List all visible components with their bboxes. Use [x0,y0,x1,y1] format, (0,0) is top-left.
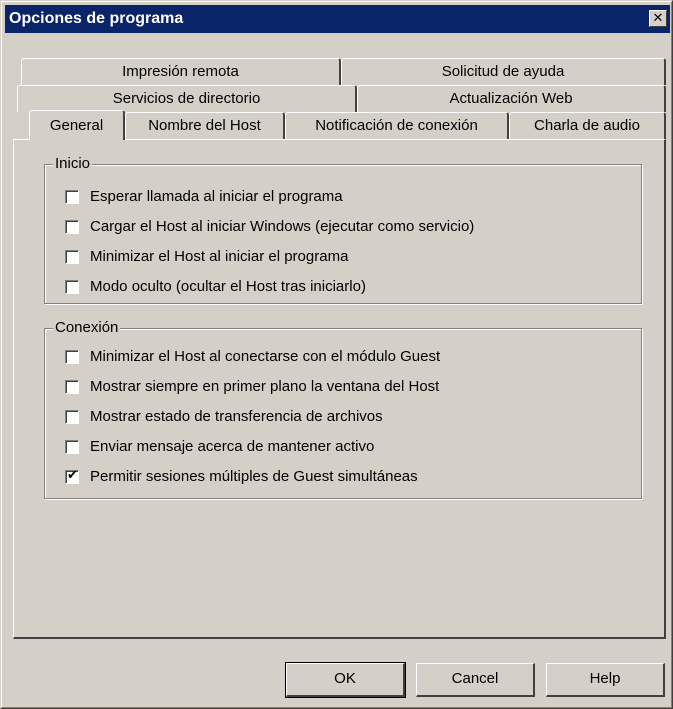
tab-general[interactable]: General [29,110,125,140]
option-label: Cargar el Host al iniciar Windows (ejecu… [90,218,475,235]
checkmark-icon [66,278,79,292]
option-label: Esperar llamada al iniciar el programa [90,188,343,205]
cancel-button[interactable]: Cancel [416,663,535,697]
tab-impresion-remota[interactable]: Impresión remota [21,58,341,85]
checkbox[interactable] [65,220,79,234]
checkmark-icon [66,438,79,452]
tab-actualizacion-web[interactable]: Actualización Web [357,85,666,112]
title-bar[interactable]: Opciones de programa ✕ [5,5,670,33]
conexion-groupbox: Conexión Minimizar el Host al conectarse… [44,319,642,499]
conexion-group-label: Conexión [53,319,121,337]
inicio-groupbox: Inicio Esperar llamada al iniciar el pro… [44,155,642,304]
checkmark-icon [66,218,79,232]
checkmark-icon [66,188,79,202]
general-tab-panel: Inicio Esperar llamada al iniciar el pro… [13,139,666,639]
inicio-group-label: Inicio [53,155,93,173]
tab-label: Nombre del Host [148,117,261,134]
tab-charla-de-audio[interactable]: Charla de audio [509,112,666,139]
checkmark-icon [66,408,79,422]
checkbox[interactable] [65,380,79,394]
checkbox[interactable]: ✔ [65,468,79,484]
options-dialog: Opciones de programa ✕ Impresión remota … [0,0,673,709]
option-label: Minimizar el Host al conectarse con el m… [90,348,441,365]
checkmark-icon [66,378,79,392]
close-button[interactable]: ✕ [649,10,667,27]
tab-nombre-del-host[interactable]: Nombre del Host [125,112,285,139]
help-button[interactable]: Help [546,663,665,697]
option-label: Permitir sesiones múltiples de Guest sim… [90,468,418,485]
tab-servicios-de-directorio[interactable]: Servicios de directorio [17,85,357,112]
option-label: Mostrar siempre en primer plano la venta… [90,378,440,395]
tab-label: Charla de audio [534,117,640,134]
tab-label: Solicitud de ayuda [441,63,565,80]
checkbox[interactable] [65,250,79,264]
tab-label: Servicios de directorio [112,90,261,107]
option-label: Enviar mensaje acerca de mantener activo [90,438,375,455]
tab-notificacion-de-conexion[interactable]: Notificación de conexión [285,112,509,139]
checkmark-icon: ✔ [67,468,78,483]
tab-label: Impresión remota [122,63,239,80]
option-label: Minimizar el Host al iniciar el programa [90,248,349,265]
checkbox[interactable] [65,190,79,204]
close-icon: ✕ [652,11,664,26]
checkbox[interactable] [65,410,79,424]
checkbox[interactable] [65,440,79,454]
option-label: Modo oculto (ocultar el Host tras inicia… [90,278,366,295]
checkbox[interactable] [65,350,79,364]
checkmark-icon [66,248,79,262]
checkmark-icon [66,348,79,362]
option-label: Mostrar estado de transferencia de archi… [90,408,383,425]
tab-label: Notificación de conexión [315,117,478,134]
ok-button[interactable]: OK [285,662,406,698]
tab-solicitud-de-ayuda[interactable]: Solicitud de ayuda [341,58,666,85]
tab-label: General [49,117,104,134]
checkbox[interactable] [65,280,79,294]
dialog-title: Opciones de programa [9,10,184,27]
tab-label: Actualización Web [449,90,573,107]
